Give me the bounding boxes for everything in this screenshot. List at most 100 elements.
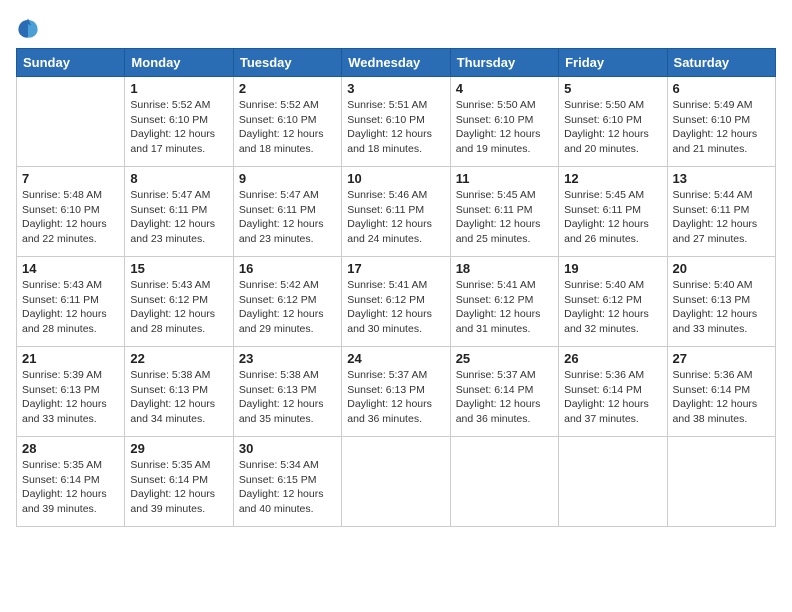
day-info: Sunrise: 5:43 AMSunset: 6:12 PMDaylight:… — [130, 278, 227, 337]
calendar-cell: 15 Sunrise: 5:43 AMSunset: 6:12 PMDayligh… — [125, 257, 233, 347]
page-header — [16, 16, 776, 40]
weekday-header-tuesday: Tuesday — [233, 49, 341, 77]
calendar-cell — [342, 437, 450, 527]
calendar-cell — [667, 437, 775, 527]
calendar-body: 1Sunrise: 5:52 AMSunset: 6:10 PMDaylight… — [17, 77, 776, 527]
calendar-week-row: 21 Sunrise: 5:39 AMSunset: 6:13 PMDayligh… — [17, 347, 776, 437]
day-info: Sunrise: 5:51 AMSunset: 6:10 PMDaylight:… — [347, 98, 444, 157]
calendar-cell: 3 Sunrise: 5:51 AMSunset: 6:10 PMDaylight… — [342, 77, 450, 167]
day-number: 15 — [130, 261, 227, 276]
calendar-cell: 27Sunrise: 5:36 AMSunset: 6:14 PMDayligh… — [667, 347, 775, 437]
day-info: Sunrise: 5:43 AMSunset: 6:11 PMDaylight:… — [22, 278, 119, 337]
day-info: Sunrise: 5:44 AMSunset: 6:11 PMDaylight:… — [673, 188, 770, 247]
day-info: Sunrise: 5:41 AMSunset: 6:12 PMDaylight:… — [347, 278, 444, 337]
day-number: 26 — [564, 351, 661, 366]
day-number: 14 — [22, 261, 119, 276]
day-number: 9 — [239, 171, 336, 186]
calendar-cell: 19 Sunrise: 5:40 AMSunset: 6:12 PMDayligh… — [559, 257, 667, 347]
day-info: Sunrise: 5:40 AMSunset: 6:13 PMDaylight:… — [673, 278, 770, 337]
calendar-week-row: 7 Sunrise: 5:48 AMSunset: 6:10 PMDaylight… — [17, 167, 776, 257]
day-info: Sunrise: 5:42 AMSunset: 6:12 PMDaylight:… — [239, 278, 336, 337]
calendar-cell: 1Sunrise: 5:52 AMSunset: 6:10 PMDaylight… — [125, 77, 233, 167]
day-number: 27 — [673, 351, 770, 366]
calendar-cell: 23Sunrise: 5:38 AMSunset: 6:13 PMDayligh… — [233, 347, 341, 437]
day-number: 25 — [456, 351, 553, 366]
day-number: 8 — [130, 171, 227, 186]
day-number: 21 — [22, 351, 119, 366]
calendar-header-row: SundayMondayTuesdayWednesdayThursdayFrid… — [17, 49, 776, 77]
day-number: 6 — [673, 81, 770, 96]
day-number: 3 — [347, 81, 444, 96]
day-info: Sunrise: 5:47 AMSunset: 6:11 PMDaylight:… — [239, 188, 336, 247]
day-info: Sunrise: 5:38 AMSunset: 6:13 PMDaylight:… — [239, 368, 336, 427]
weekday-header-saturday: Saturday — [667, 49, 775, 77]
calendar-cell: 26 Sunrise: 5:36 AMSunset: 6:14 PMDayligh… — [559, 347, 667, 437]
day-number: 28 — [22, 441, 119, 456]
day-number: 18 — [456, 261, 553, 276]
calendar-cell: 22 Sunrise: 5:38 AMSunset: 6:13 PMDayligh… — [125, 347, 233, 437]
calendar-cell: 9 Sunrise: 5:47 AMSunset: 6:11 PMDaylight… — [233, 167, 341, 257]
day-info: Sunrise: 5:50 AMSunset: 6:10 PMDaylight:… — [564, 98, 661, 157]
day-info: Sunrise: 5:37 AMSunset: 6:14 PMDaylight:… — [456, 368, 553, 427]
weekday-header-wednesday: Wednesday — [342, 49, 450, 77]
day-number: 13 — [673, 171, 770, 186]
day-number: 17 — [347, 261, 444, 276]
day-info: Sunrise: 5:41 AMSunset: 6:12 PMDaylight:… — [456, 278, 553, 337]
calendar-cell: 17 Sunrise: 5:41 AMSunset: 6:12 PMDayligh… — [342, 257, 450, 347]
calendar-cell: 30Sunrise: 5:34 AMSunset: 6:15 PMDayligh… — [233, 437, 341, 527]
day-number: 20 — [673, 261, 770, 276]
day-number: 29 — [130, 441, 227, 456]
day-number: 22 — [130, 351, 227, 366]
logo-icon — [16, 16, 40, 40]
day-number: 24 — [347, 351, 444, 366]
day-number: 30 — [239, 441, 336, 456]
day-number: 10 — [347, 171, 444, 186]
day-number: 11 — [456, 171, 553, 186]
calendar-cell — [559, 437, 667, 527]
day-number: 7 — [22, 171, 119, 186]
calendar-cell: 18 Sunrise: 5:41 AMSunset: 6:12 PMDayligh… — [450, 257, 558, 347]
day-info: Sunrise: 5:52 AMSunset: 6:10 PMDaylight:… — [130, 98, 227, 157]
day-info: Sunrise: 5:50 AMSunset: 6:10 PMDaylight:… — [456, 98, 553, 157]
calendar-cell: 13 Sunrise: 5:44 AMSunset: 6:11 PMDayligh… — [667, 167, 775, 257]
logo — [16, 16, 44, 40]
weekday-header-thursday: Thursday — [450, 49, 558, 77]
calendar-cell: 12 Sunrise: 5:45 AMSunset: 6:11 PMDayligh… — [559, 167, 667, 257]
day-info: Sunrise: 5:47 AMSunset: 6:11 PMDaylight:… — [130, 188, 227, 247]
day-info: Sunrise: 5:40 AMSunset: 6:12 PMDaylight:… — [564, 278, 661, 337]
day-info: Sunrise: 5:49 AMSunset: 6:10 PMDaylight:… — [673, 98, 770, 157]
day-number: 12 — [564, 171, 661, 186]
calendar-cell: 20 Sunrise: 5:40 AMSunset: 6:13 PMDayligh… — [667, 257, 775, 347]
day-info: Sunrise: 5:35 AMSunset: 6:14 PMDaylight:… — [130, 458, 227, 517]
calendar-cell: 14 Sunrise: 5:43 AMSunset: 6:11 PMDayligh… — [17, 257, 125, 347]
day-info: Sunrise: 5:39 AMSunset: 6:13 PMDaylight:… — [22, 368, 119, 427]
calendar-cell: 25 Sunrise: 5:37 AMSunset: 6:14 PMDayligh… — [450, 347, 558, 437]
day-info: Sunrise: 5:35 AMSunset: 6:14 PMDaylight:… — [22, 458, 119, 517]
calendar-week-row: 28 Sunrise: 5:35 AMSunset: 6:14 PMDayligh… — [17, 437, 776, 527]
calendar-cell — [17, 77, 125, 167]
day-info: Sunrise: 5:45 AMSunset: 6:11 PMDaylight:… — [456, 188, 553, 247]
day-info: Sunrise: 5:45 AMSunset: 6:11 PMDaylight:… — [564, 188, 661, 247]
weekday-header-friday: Friday — [559, 49, 667, 77]
calendar-cell: 7 Sunrise: 5:48 AMSunset: 6:10 PMDaylight… — [17, 167, 125, 257]
day-info: Sunrise: 5:37 AMSunset: 6:13 PMDaylight:… — [347, 368, 444, 427]
day-number: 2 — [239, 81, 336, 96]
calendar-week-row: 14 Sunrise: 5:43 AMSunset: 6:11 PMDayligh… — [17, 257, 776, 347]
day-info: Sunrise: 5:46 AMSunset: 6:11 PMDaylight:… — [347, 188, 444, 247]
day-info: Sunrise: 5:36 AMSunset: 6:14 PMDaylight:… — [564, 368, 661, 427]
day-info: Sunrise: 5:48 AMSunset: 6:10 PMDaylight:… — [22, 188, 119, 247]
calendar-cell — [450, 437, 558, 527]
calendar-cell: 28 Sunrise: 5:35 AMSunset: 6:14 PMDayligh… — [17, 437, 125, 527]
calendar-cell: 10 Sunrise: 5:46 AMSunset: 6:11 PMDayligh… — [342, 167, 450, 257]
day-number: 4 — [456, 81, 553, 96]
day-info: Sunrise: 5:38 AMSunset: 6:13 PMDaylight:… — [130, 368, 227, 427]
day-number: 16 — [239, 261, 336, 276]
calendar-cell: 11 Sunrise: 5:45 AMSunset: 6:11 PMDayligh… — [450, 167, 558, 257]
day-info: Sunrise: 5:52 AMSunset: 6:10 PMDaylight:… — [239, 98, 336, 157]
day-number: 19 — [564, 261, 661, 276]
calendar-cell: 21 Sunrise: 5:39 AMSunset: 6:13 PMDayligh… — [17, 347, 125, 437]
calendar-cell: 29 Sunrise: 5:35 AMSunset: 6:14 PMDayligh… — [125, 437, 233, 527]
calendar-week-row: 1Sunrise: 5:52 AMSunset: 6:10 PMDaylight… — [17, 77, 776, 167]
calendar-cell: 16 Sunrise: 5:42 AMSunset: 6:12 PMDayligh… — [233, 257, 341, 347]
day-number: 5 — [564, 81, 661, 96]
